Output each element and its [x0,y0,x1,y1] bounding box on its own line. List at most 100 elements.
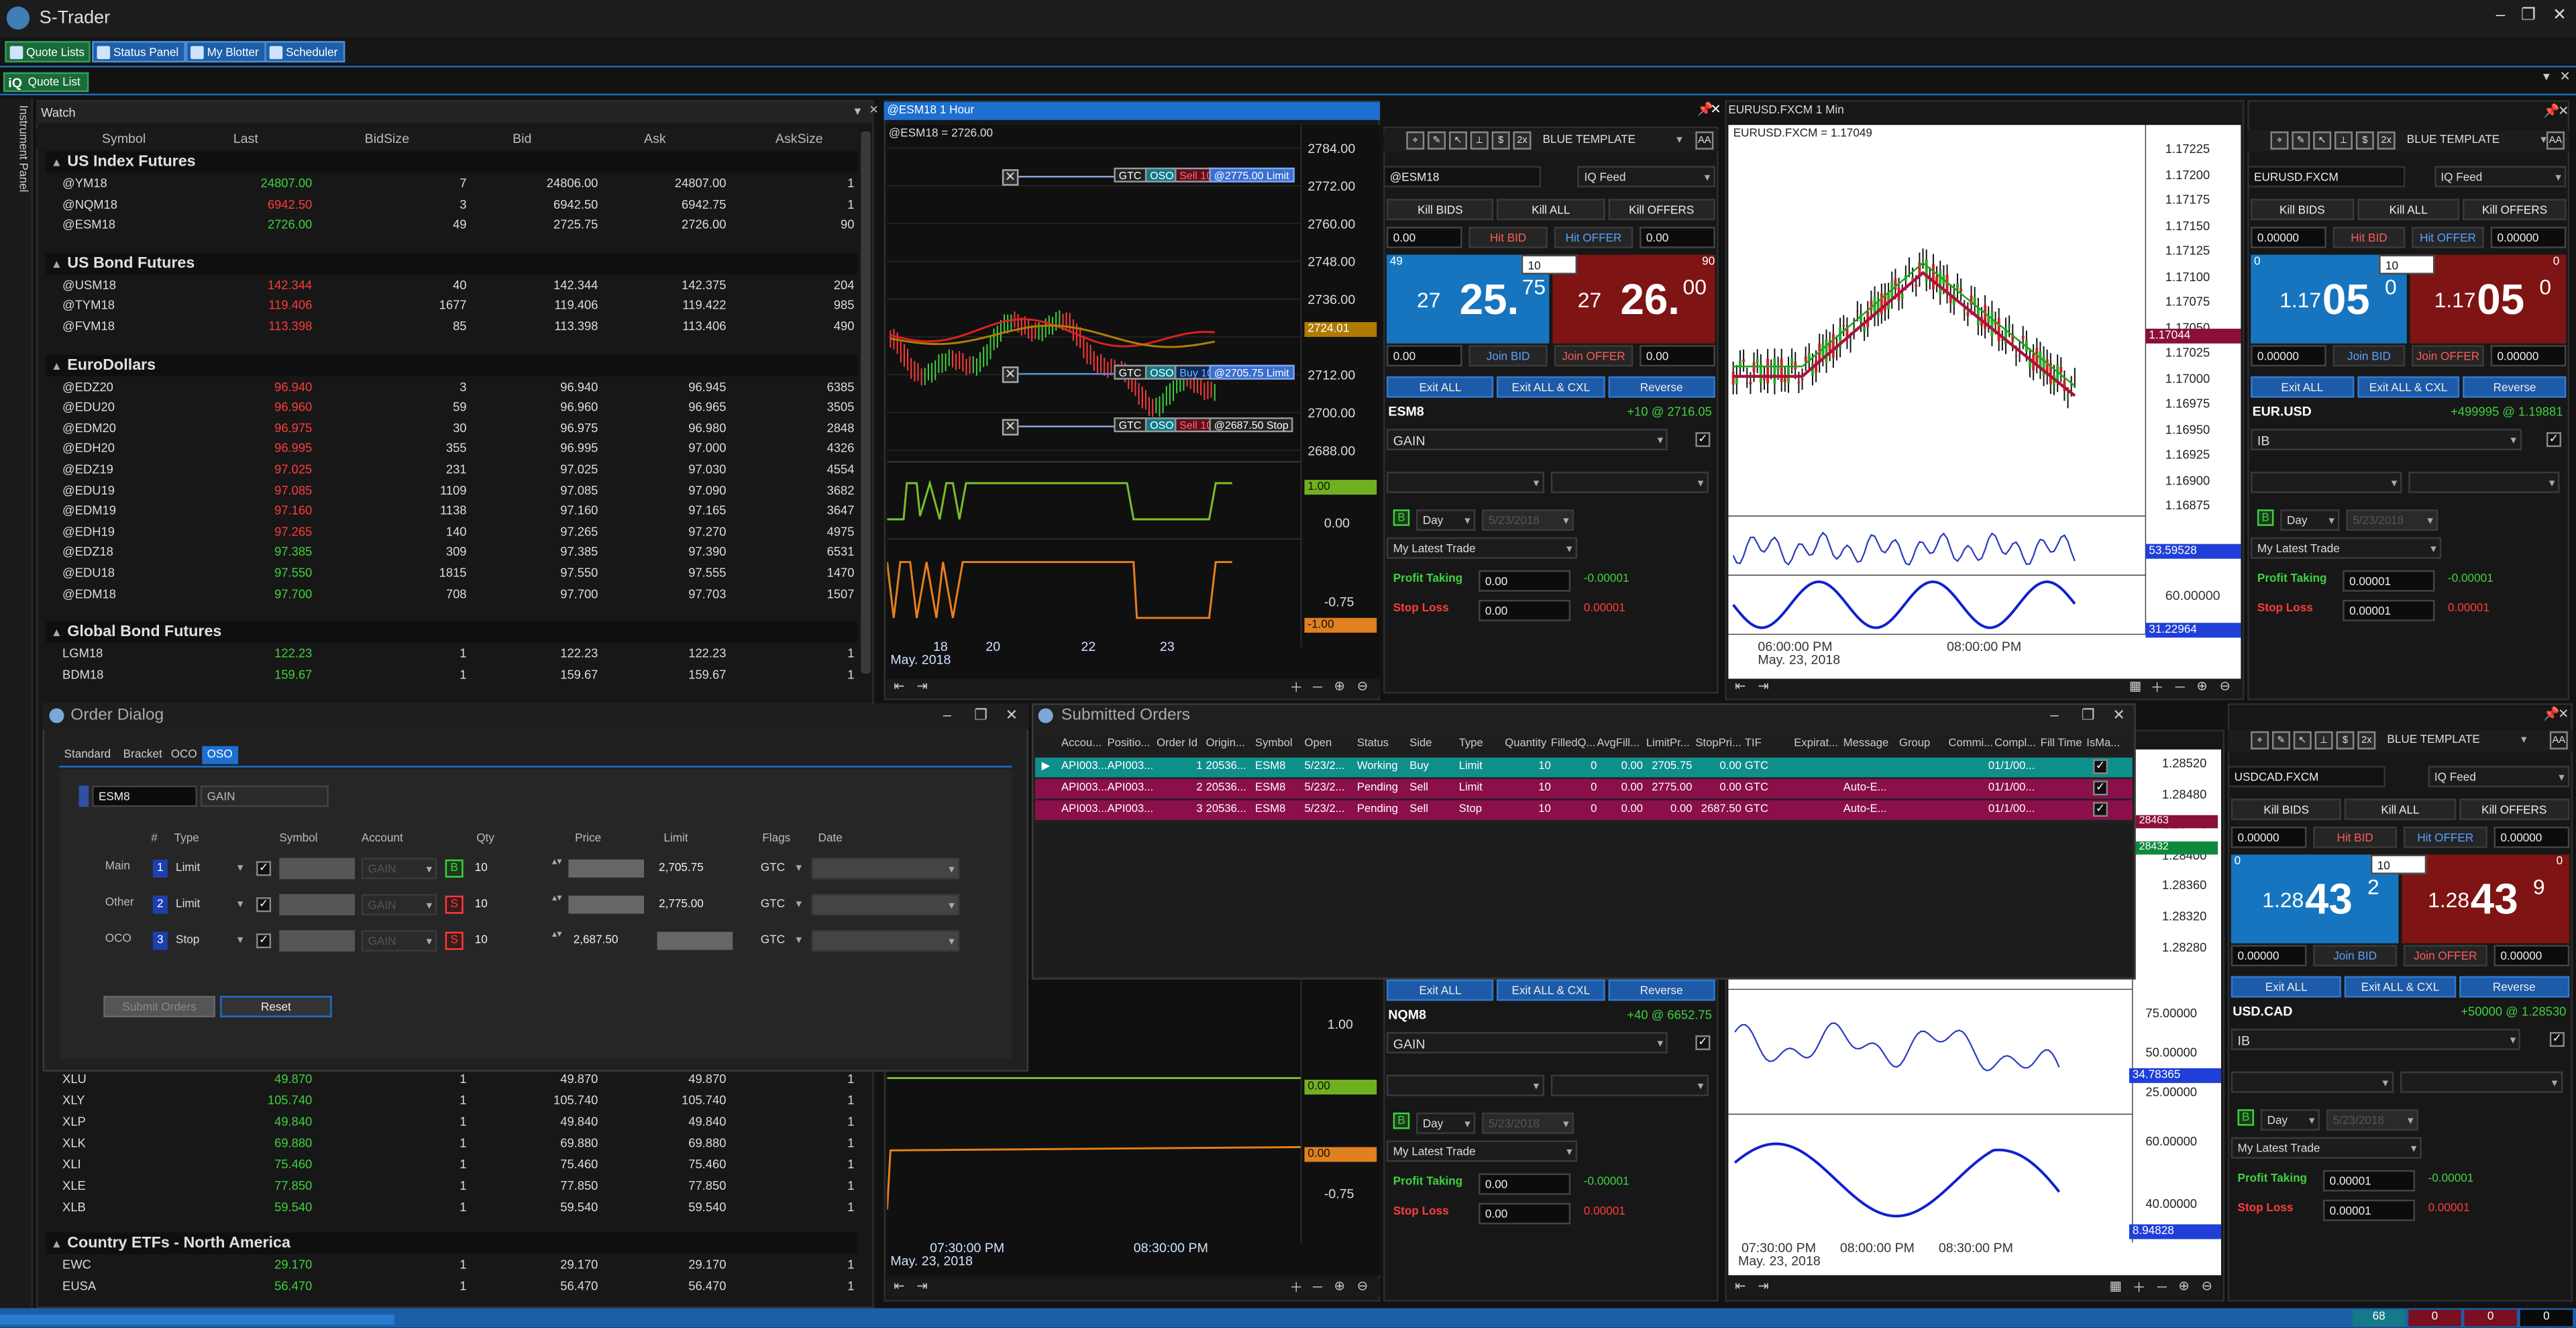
watch-scrollbar[interactable] [861,131,871,674]
stop-loss-input[interactable]: 0.00 [1479,599,1571,621]
tif-select[interactable]: Day [1416,1112,1476,1135]
quantity-input[interactable]: 10 [1521,254,1578,274]
table-row[interactable]: @TYM18 119.406 1677 119.406 119.422 985 [46,297,858,316]
reverse-button[interactable]: Reverse [1607,979,1715,1001]
measure-icon[interactable]: ⟂ [2334,131,2353,150]
date-select[interactable]: 5/23/2018 [1481,1112,1574,1135]
order-flags-select[interactable]: GTC [755,858,806,880]
watch-col-header[interactable]: Ask [644,132,666,146]
option-select-a[interactable] [1386,1074,1544,1098]
close-icon[interactable]: ✕ [2548,7,2571,25]
measure-icon[interactable]: ⟂ [2314,731,2333,750]
cursor-icon[interactable]: ↖ [1449,131,1467,150]
table-row[interactable]: EWC 29.170 1 29.170 29.170 1 [46,1256,858,1275]
kill-offers-button[interactable]: Kill OFFERS [1607,199,1715,221]
2x-icon[interactable]: 2x [2357,731,2376,750]
order-price-input[interactable]: 2,687.50 [568,930,651,952]
collapse-icon[interactable]: ▲ [51,158,62,169]
submitted-maximize-icon[interactable]: ❐ [2082,707,2095,725]
account-check-icon[interactable]: ✓ [2549,1031,2565,1048]
group-header[interactable]: ▲ Global Bond Futures [46,621,858,644]
order-qty-stepper[interactable]: ▴▾ [552,858,562,868]
kill-all-button[interactable]: Kill ALL [2357,199,2460,221]
table-row[interactable]: @EDM20 96.975 30 96.975 96.980 2848 [46,419,858,438]
exit-all-cxl-button[interactable]: Exit ALL & CXL [2345,976,2456,998]
kill-bids-button[interactable]: Kill BIDS [2231,799,2342,821]
tab-oco[interactable]: OCO [171,746,197,764]
table-row[interactable]: @EDH19 97.265 140 97.265 97.270 4975 [46,522,858,542]
pin-icon[interactable]: ⌖ [2270,131,2289,150]
tif-select[interactable]: Day [2260,1109,2320,1132]
collapse-icon[interactable]: ▲ [51,259,62,270]
scroll-left-icon[interactable]: ⇤ [894,678,904,693]
table-row[interactable]: @EDM19 97.160 1138 97.160 97.165 3647 [46,501,858,521]
order-side-icon[interactable]: B [445,859,464,878]
maximize-icon[interactable]: ❐ [2517,7,2540,25]
grid-icon[interactable]: ▦ [2110,1278,2123,1293]
order-flags-select[interactable]: GTC [755,930,806,952]
table-row[interactable]: XLI 75.460 1 75.460 75.460 1 [46,1156,858,1175]
table-row[interactable]: LGM18 122.23 1 122.23 122.23 1 [46,644,858,664]
order-date-select[interactable] [811,894,960,917]
instrument-panel-strip[interactable] [0,98,33,1328]
order-qty-input[interactable]: 10 [470,858,562,880]
template-select[interactable]: BLUE TEMPLATE [2382,729,2530,751]
ask-price-input[interactable]: 0.00000 [2490,226,2567,248]
kill-bids-button[interactable]: Kill BIDS [1386,199,1494,221]
date-select[interactable]: 5/23/2018 [2326,1109,2418,1132]
table-row[interactable]: @ESM18 2726.00 49 2725.75 2726.00 90 [46,215,858,235]
order-limit-field[interactable] [657,931,733,950]
account-select[interactable]: GAIN [1386,429,1668,452]
pin-icon[interactable]: ⌖ [1406,131,1425,150]
trade-cad-pin-icon[interactable]: 📌 [2543,707,2559,721]
kill-offers-button[interactable]: Kill OFFERS [2463,199,2567,221]
submitted-order-row[interactable]: ▶ API003... API003... 1 20536... ESM8 5/23/2..… [1034,757,2133,778]
tif-select[interactable]: Day [2280,509,2340,532]
watch-col-header[interactable]: AskSize [775,132,823,146]
order-dialog-minimize-icon[interactable]: – [943,707,951,723]
join-bid-price-input[interactable]: 0.00 [1386,345,1462,367]
hit-offer-button[interactable]: Hit OFFER [2412,226,2484,248]
join-bid-button[interactable]: Join BID [2332,345,2406,367]
zoom-add-icon[interactable]: ＋ [1289,678,1303,697]
tif-select[interactable]: Day [1416,509,1476,532]
kill-all-button[interactable]: Kill ALL [1497,199,1605,221]
bid-price-input[interactable]: 0.00000 [2251,226,2326,248]
cancel-order-icon[interactable]: ✕ [1002,169,1019,186]
table-row[interactable]: XLY 105.740 1 105.740 105.740 1 [46,1091,858,1111]
table-row[interactable]: @NQM18 6942.50 3 6942.50 6942.75 1 [46,195,858,214]
order-oso-chip[interactable]: OSO [1144,167,1179,183]
my-blotter-button[interactable]: My Blotter [185,41,266,63]
pin-icon[interactable]: ⌖ [2251,731,2269,750]
exit-all-button[interactable]: Exit ALL [2251,376,2354,398]
group-header[interactable]: ▲ EuroDollars [46,354,858,376]
order-qty-input[interactable]: 10 [470,894,562,916]
feed-select[interactable]: IQ Feed [1577,166,1715,189]
kill-bids-button[interactable]: Kill BIDS [2251,199,2354,221]
feed-select[interactable]: IQ Feed [2434,166,2567,189]
font-size-icon[interactable]: AA [1695,131,1714,150]
pencil-icon[interactable]: ✎ [1428,131,1446,150]
order-row[interactable]: Main 1Limit ✓ GAIN B 10▴▾ 2,705.75 GTC [59,858,1012,881]
table-row[interactable]: @EDU18 97.550 1815 97.550 97.555 1470 [46,564,858,583]
order-qty-input[interactable]: 10 [470,930,562,952]
exit-all-button[interactable]: Exit ALL [2231,976,2342,998]
table-row[interactable]: XLB 59.540 1 59.540 59.540 1 [46,1198,858,1217]
kill-offers-button[interactable]: Kill OFFERS [2459,799,2570,821]
zoom-remove-icon[interactable]: － [2174,678,2187,697]
scroll-right-icon[interactable]: ⇥ [1758,1278,1768,1293]
order-account-input[interactable]: GAIN [200,785,329,807]
zoom-in-icon[interactable]: ⊕ [1334,678,1345,693]
zoom-remove-icon[interactable]: － [1311,1278,1324,1296]
table-row[interactable]: @EDU19 97.085 1109 97.085 97.090 3682 [46,481,858,501]
watch-col-header[interactable]: Last [233,132,258,146]
collapse-icon[interactable]: ▲ [51,628,62,640]
watch-col-header[interactable]: Bid [513,132,531,146]
zoom-remove-icon[interactable]: － [2155,1278,2169,1296]
hit-bid-button[interactable]: Hit BID [2313,826,2398,848]
join-bid-price-input[interactable]: 0.00000 [2251,345,2326,367]
submitted-minimize-icon[interactable]: – [2050,707,2058,723]
account-select[interactable]: IB [2251,429,2522,452]
date-select[interactable]: 5/23/2018 [1481,509,1574,532]
order-dialog-close-icon[interactable]: ✕ [1006,707,1018,725]
